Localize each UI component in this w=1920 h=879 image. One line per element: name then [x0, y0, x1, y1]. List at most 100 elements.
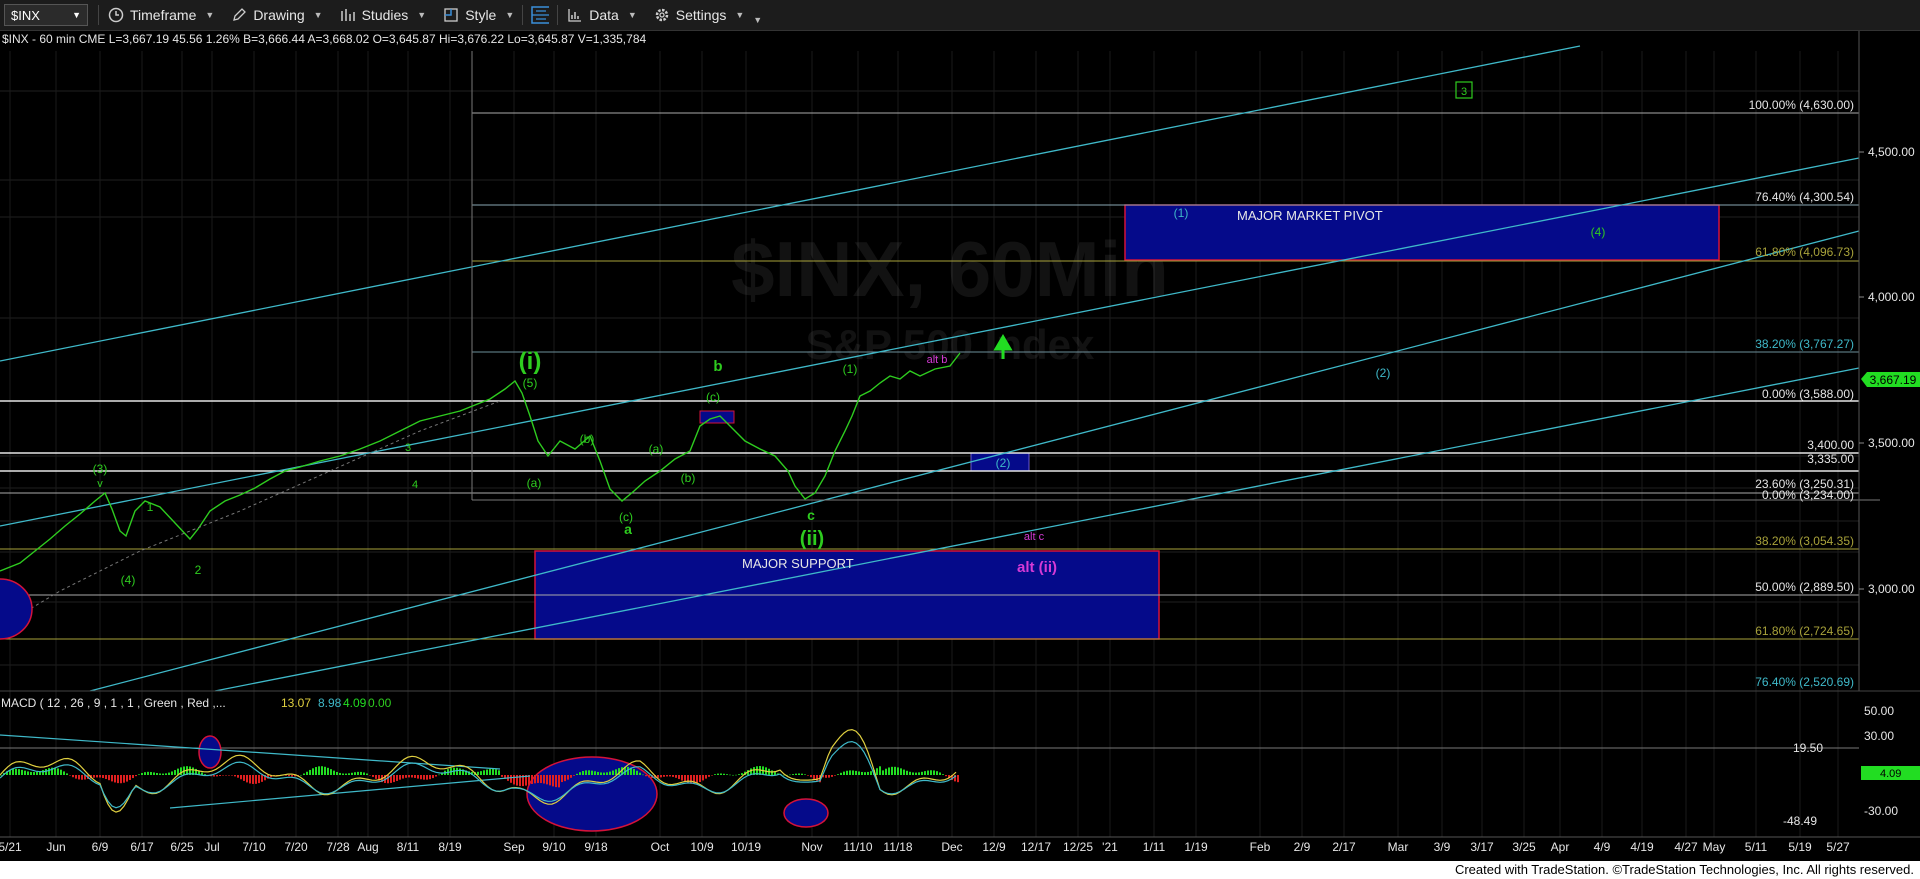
macd-bar	[636, 770, 638, 775]
macd-bar	[24, 770, 26, 775]
macd-bar	[717, 773, 719, 775]
macd-bar	[702, 775, 704, 781]
timeframe-menu[interactable]: Timeframe ▼	[99, 0, 222, 30]
fib-label: 76.40% (4,300.54)	[1755, 190, 1854, 204]
macd-bar	[852, 770, 854, 775]
macd-bar	[480, 771, 482, 775]
macd-bar	[534, 775, 536, 784]
macd-bar	[135, 775, 137, 777]
studies-menu[interactable]: Studies ▼	[331, 0, 435, 30]
macd-bar	[132, 775, 134, 779]
overflow-caret-icon[interactable]: ▼	[753, 15, 762, 25]
macd-ellipse-2	[526, 756, 658, 832]
macd-bar	[156, 772, 158, 775]
macd-bar	[363, 772, 365, 775]
price-tick-label: 3,500.00	[1868, 436, 1915, 450]
time-tick-label: 9/10	[542, 840, 566, 854]
wave-label: 1	[147, 500, 154, 514]
macd-bar	[510, 775, 512, 783]
macd-bar	[615, 769, 617, 775]
studies-icon	[339, 6, 357, 24]
macd-bar	[144, 772, 146, 775]
time-tick-label: 8/11	[397, 840, 420, 854]
macd-bar	[705, 775, 707, 779]
caret-down-icon: ▼	[505, 10, 515, 20]
macd-bar	[237, 775, 239, 778]
macd-bar	[864, 772, 866, 775]
settings-menu[interactable]: Settings ▼ ▼	[645, 0, 770, 30]
macd-bar	[612, 770, 614, 775]
toolbar: $INX ▼ Timeframe ▼ Drawing ▼ Studies ▼ S…	[0, 0, 1920, 31]
style-icon	[442, 6, 460, 24]
macd-bar	[591, 770, 593, 775]
macd-tick-label: 30.00	[1864, 729, 1894, 743]
macd-bar	[342, 773, 344, 775]
layout-button[interactable]	[523, 0, 557, 30]
macd-bar	[96, 775, 98, 778]
time-tick-label: Dec	[941, 840, 962, 854]
studies-label: Studies	[361, 7, 409, 23]
macd-bar	[78, 775, 80, 780]
footer: Created with TradeStation. ©TradeStation…	[0, 861, 1920, 879]
macd-tick-label: -30.00	[1864, 804, 1898, 818]
style-menu[interactable]: Style ▼	[434, 0, 522, 30]
wave-label: 3	[405, 442, 411, 454]
macd-bar	[801, 773, 803, 775]
macd-bar	[393, 775, 395, 783]
data-icon	[566, 6, 584, 24]
time-tick-label: 4/27	[1674, 840, 1698, 854]
macd-bar	[645, 775, 647, 777]
macd-bar	[477, 771, 479, 775]
wave-label: (b)	[681, 471, 696, 485]
time-tick-label: Mar	[1388, 840, 1409, 854]
time-tick-label: 4/9	[1594, 840, 1611, 854]
fib-label: 0.00% (3,588.00)	[1762, 387, 1854, 401]
macd-bar	[690, 775, 692, 784]
macd-bar	[138, 774, 140, 775]
macd-bar	[939, 772, 941, 775]
macd-level-label: 19.50	[1793, 741, 1823, 755]
macd-bar	[216, 775, 218, 777]
fib-label: 100.00% (4,630.00)	[1749, 98, 1854, 112]
data-menu[interactable]: Data ▼	[558, 0, 645, 30]
fib-label: 38.20% (3,054.35)	[1755, 534, 1854, 548]
price-chart[interactable]: $INX, 60Min S&P 500 Index (i) (ii) (5) (3) v…	[0, 31, 1920, 861]
settings-label: Settings	[675, 7, 727, 23]
wave-label: (1)	[843, 362, 858, 376]
support-zone-label: MAJOR SUPPORT	[742, 556, 854, 571]
macd-bar	[261, 775, 263, 782]
macd-bar	[582, 770, 584, 775]
price-tick-label: 4,500.00	[1868, 145, 1915, 159]
macd-bar	[45, 769, 47, 775]
macd-bar	[141, 773, 143, 775]
clock-icon	[107, 6, 125, 24]
macd-bar	[720, 773, 722, 775]
drawing-menu[interactable]: Drawing ▼	[222, 0, 330, 30]
macd-signal-value: 8.98	[318, 696, 342, 710]
macd-bar	[543, 775, 545, 784]
time-tick-label: 12/25	[1063, 840, 1093, 854]
time-tick-label: 11/10	[843, 840, 872, 854]
macd-bar	[171, 771, 173, 775]
wave-label: 2	[195, 563, 202, 577]
macd-bar	[930, 770, 932, 775]
wave-label: v	[97, 478, 103, 490]
macd-bar	[429, 775, 431, 780]
layout-icon	[531, 6, 550, 24]
major-market-pivot-zone	[1124, 204, 1720, 261]
fib-label: 61.80% (4,096.73)	[1755, 245, 1854, 259]
macd-bar	[738, 774, 740, 775]
time-tick-label: 6/9	[92, 840, 109, 854]
macd-bar	[405, 775, 407, 778]
symbol-selector[interactable]: $INX ▼	[4, 4, 88, 26]
macd-bar	[120, 775, 122, 784]
macd-bar	[366, 773, 368, 775]
macd-bar	[126, 775, 128, 782]
time-tick-label: 3/25	[1512, 840, 1536, 854]
last-price-value: 3,667.19	[1870, 373, 1917, 387]
macd-bar	[150, 771, 152, 775]
macd-bar	[114, 775, 116, 783]
wave-label: (1)	[1174, 206, 1189, 220]
macd-bar	[594, 771, 596, 775]
macd-bar	[27, 771, 29, 775]
